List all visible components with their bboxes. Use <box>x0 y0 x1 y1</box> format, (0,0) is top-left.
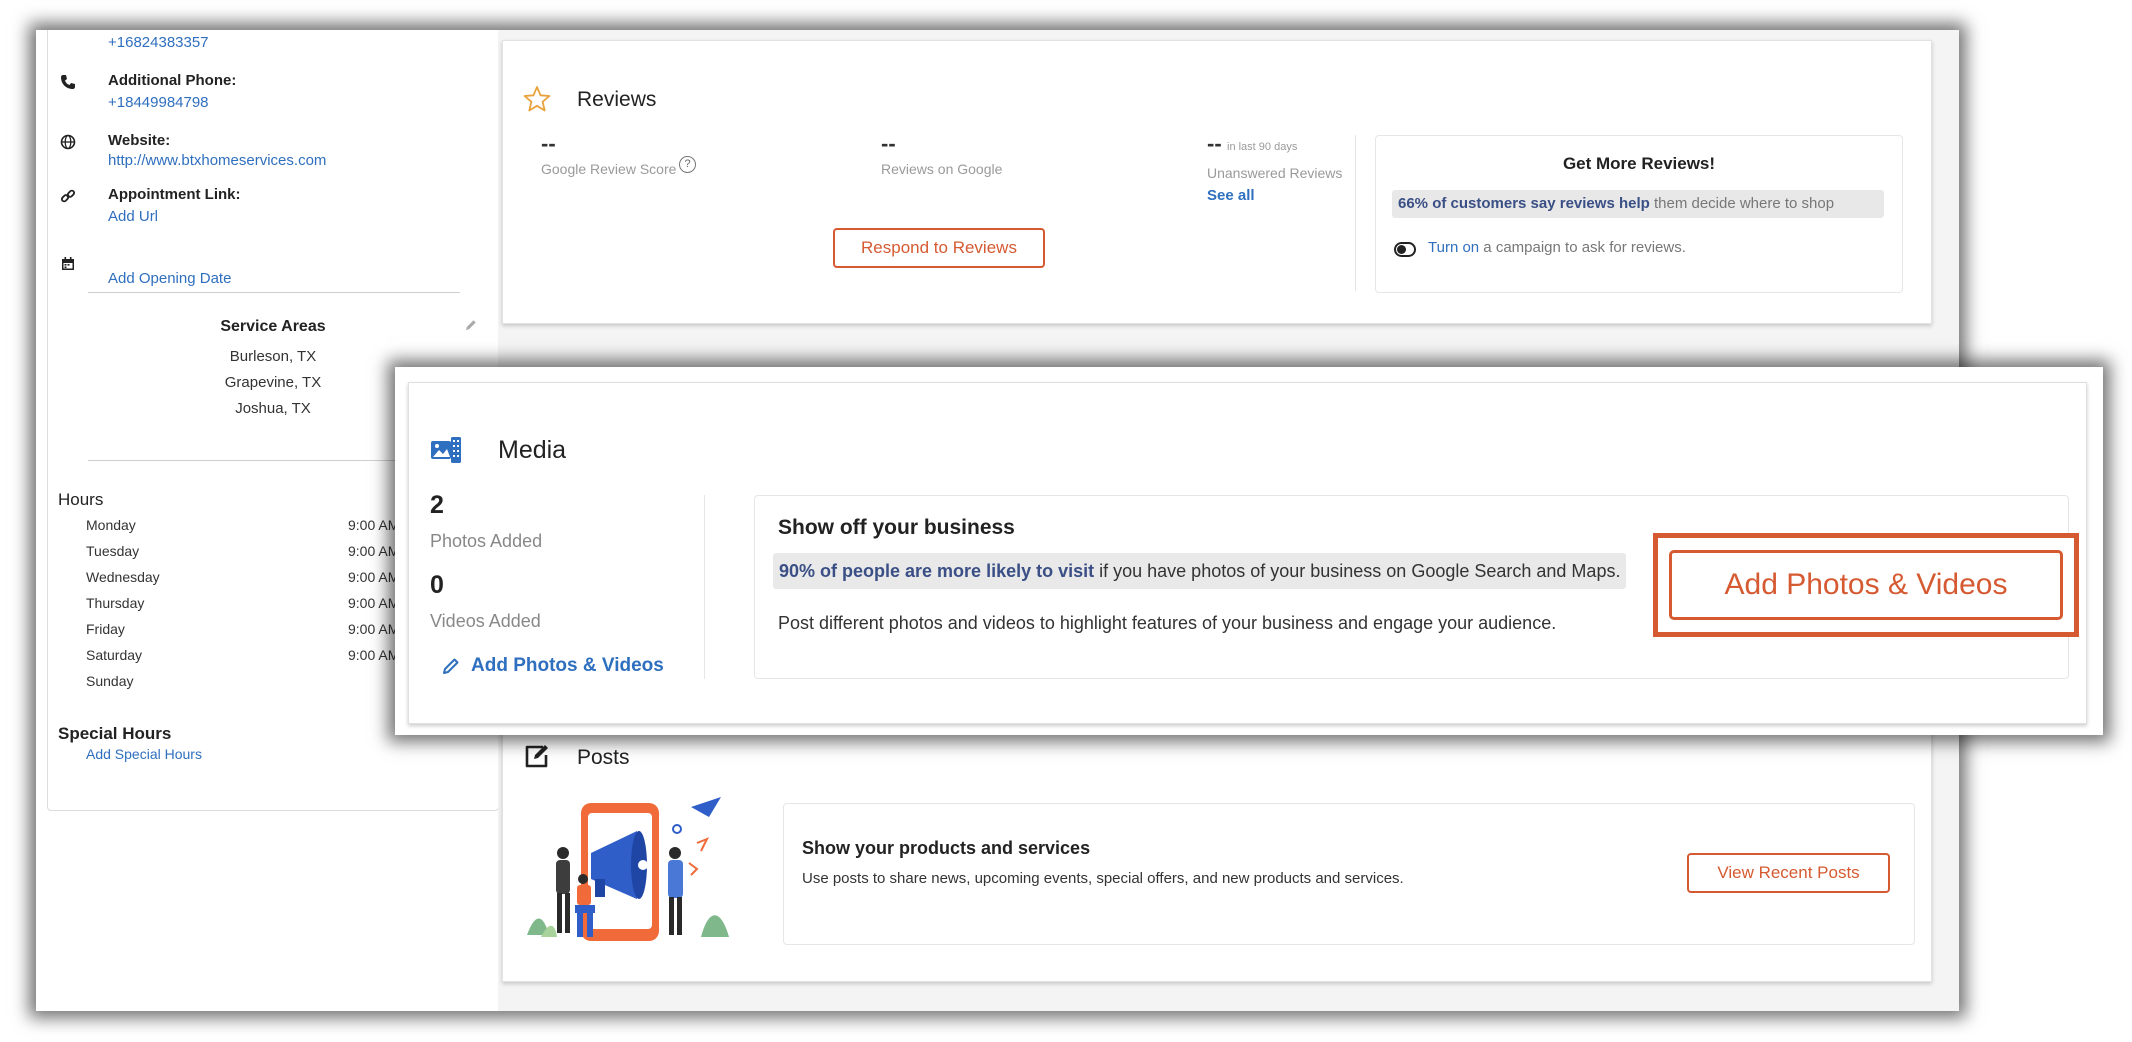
media-title: Media <box>498 436 567 464</box>
service-area-item: Burleson, TX <box>229 348 317 365</box>
primary-phone-link[interactable]: +16824383357 <box>108 34 209 51</box>
website-link[interactable]: http://www.btxhomeservices.com <box>108 152 326 169</box>
edit-square-icon <box>525 745 548 768</box>
media-card: Media 2 Photos Added 0 Videos Added Add … <box>408 382 2087 724</box>
link-icon <box>60 189 76 203</box>
posts-promo-box: Show your products and services Use post… <box>783 803 1915 945</box>
photos-label: Photos Added <box>430 531 543 551</box>
see-all-link[interactable]: See all <box>1207 187 1255 204</box>
media-description: Post different photos and videos to high… <box>778 613 1557 633</box>
hours-time: 9:00 AM <box>348 569 400 585</box>
review-score-value: -- <box>541 131 556 156</box>
calendar-icon <box>62 257 74 270</box>
view-recent-posts-button[interactable]: View Recent Posts <box>1687 853 1890 893</box>
media-stat-bold: 90% of people are more likely to visit <box>779 561 1095 581</box>
add-opening-date-link[interactable]: Add Opening Date <box>108 270 231 287</box>
hours-day: Thursday <box>86 595 145 611</box>
additional-phone-label: Additional Phone: <box>108 72 237 89</box>
pencil-icon <box>443 658 459 674</box>
review-count-value: -- <box>881 131 896 156</box>
hours-day: Saturday <box>86 647 143 663</box>
unanswered-value: -- <box>1207 131 1222 156</box>
media-gallery-icon <box>431 437 461 463</box>
hours-day: Sunday <box>86 673 134 689</box>
appointment-label: Appointment Link: <box>108 186 241 203</box>
reviews-card: Reviews -- Google Review Score ? -- Revi… <box>502 40 1932 324</box>
unanswered-period: in last 90 days <box>1227 141 1298 153</box>
pencil-icon[interactable] <box>464 318 478 332</box>
additional-phone-link[interactable]: +18449984798 <box>108 94 209 111</box>
reviews-stat-bold: 66% of customers say reviews help <box>1398 195 1650 212</box>
posts-title: Posts <box>577 746 630 769</box>
photos-count: 2 <box>430 491 444 519</box>
hours-day: Wednesday <box>86 569 160 585</box>
hours-time: 9:00 AM <box>348 517 400 533</box>
videos-count: 0 <box>430 571 444 599</box>
megaphone-illustration <box>527 797 729 941</box>
review-count-label: Reviews on Google <box>881 161 1003 177</box>
reviews-stat-highlight: 66% of customers say reviews help them d… <box>1392 190 1884 218</box>
get-more-reviews-box: Get More Reviews! 66% of customers say r… <box>1375 135 1903 293</box>
add-url-link[interactable]: Add Url <box>108 208 158 225</box>
divider <box>1355 135 1356 291</box>
globe-icon <box>60 134 76 150</box>
add-photos-videos-link-label: Add Photos & Videos <box>471 655 664 676</box>
posts-card: Posts Show your products and services Us… <box>502 710 1932 982</box>
divider <box>88 292 460 293</box>
media-stat-rest: if you have photos of your business on G… <box>1094 561 1621 581</box>
campaign-toggle[interactable] <box>1394 242 1416 257</box>
media-stat-highlight: 90% of people are more likely to visit i… <box>773 553 1627 589</box>
star-icon <box>523 86 551 112</box>
hours-title: Hours <box>58 490 104 509</box>
add-photos-videos-button[interactable]: Add Photos & Videos <box>1669 550 2063 620</box>
reviews-stat-rest: them decide where to shop <box>1649 195 1835 212</box>
hours-time: 9:00 AM <box>348 647 400 663</box>
get-more-reviews-title: Get More Reviews! <box>1562 154 1716 173</box>
media-callout: Media 2 Photos Added 0 Videos Added Add … <box>395 367 2103 735</box>
hours-day: Monday <box>86 517 136 533</box>
hours-time: 9:00 AM <box>348 595 400 611</box>
add-special-hours-link[interactable]: Add Special Hours <box>86 746 202 762</box>
reviews-title: Reviews <box>577 88 657 111</box>
hours-time: 9:00 AM <box>348 543 400 559</box>
media-heading: Show off your business <box>778 516 1015 539</box>
special-hours-title: Special Hours <box>58 724 172 743</box>
website-label: Website: <box>108 132 171 149</box>
respond-to-reviews-button[interactable]: Respond to Reviews <box>833 228 1045 268</box>
divider <box>704 495 705 679</box>
videos-label: Videos Added <box>430 611 541 631</box>
campaign-rest: a campaign to ask for reviews. <box>1479 239 1686 256</box>
hours-day: Tuesday <box>86 543 140 559</box>
help-icon[interactable]: ? <box>679 156 696 173</box>
button-highlight-frame: Add Photos & Videos <box>1653 533 2079 637</box>
review-score-label: Google Review Score <box>541 161 677 177</box>
turn-on-link[interactable]: Turn on <box>1428 239 1479 256</box>
unanswered-label: Unanswered Reviews <box>1207 165 1343 181</box>
posts-heading: Show your products and services <box>802 838 1091 858</box>
phone-icon <box>61 75 75 89</box>
add-photos-videos-link[interactable]: Add Photos & Videos <box>442 655 664 677</box>
campaign-text: Turn on a campaign to ask for reviews. <box>1428 239 1686 256</box>
service-areas-title: Service Areas <box>220 318 326 335</box>
hours-day: Friday <box>86 621 125 637</box>
posts-description: Use posts to share news, upcoming events… <box>802 870 1404 887</box>
hours-time: 9:00 AM <box>348 621 400 637</box>
